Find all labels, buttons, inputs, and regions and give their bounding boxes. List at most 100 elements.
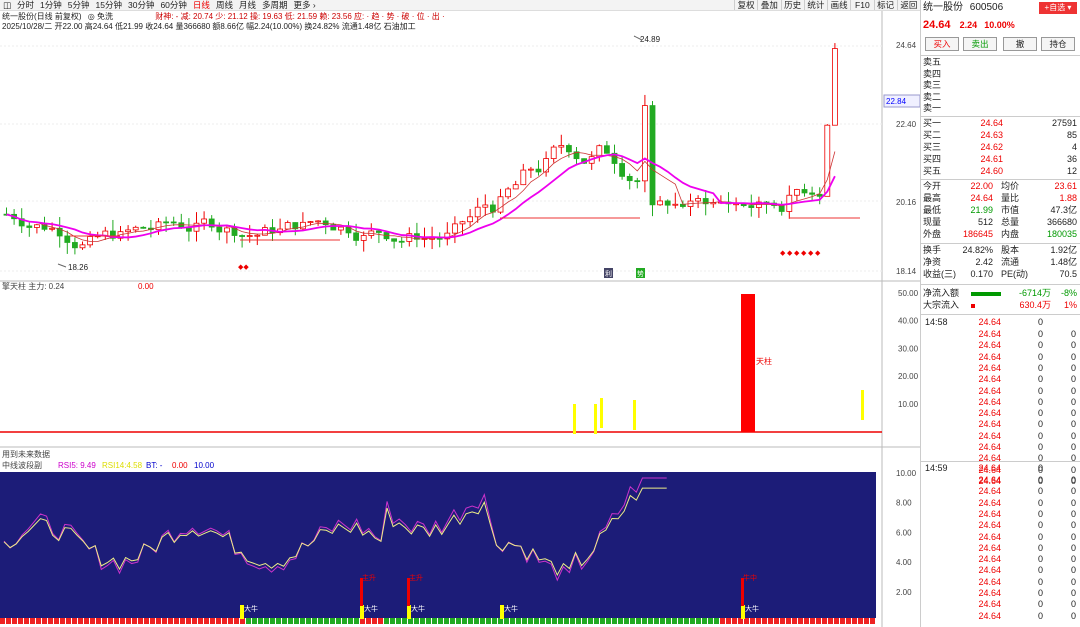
tick-vol: 0 [1038,408,1044,419]
tick-price: 24.64 [978,317,1001,327]
tick-row: 24.64 0 0 [923,577,1078,588]
candle-body [528,168,534,171]
tick-row: 24.64 0 0 [923,363,1078,374]
candle-body [353,232,360,241]
trend-bar [354,618,359,624]
tick-dir: 0 [1071,599,1077,610]
trend-bar [666,618,671,624]
quote-divider [921,179,1080,180]
candle-body [505,188,512,198]
tick-dir: 0 [1071,542,1077,553]
trend-bar [192,618,197,624]
tool-button-5[interactable]: F10 [850,0,873,10]
quote-value: 366680 [1046,217,1077,227]
add-favorite-button[interactable]: +自选 ▾ [1039,2,1077,14]
trend-bar [330,618,335,624]
tick-price: 24.64 [978,329,1001,339]
candle-body [163,221,170,224]
candle-body [695,198,701,202]
bid-row-3: 买三 24.62 4 [923,142,1078,153]
candle-body [140,226,147,229]
candle-body [497,196,504,213]
bid-row-4: 买四 24.61 36 [923,154,1078,165]
add-favorite-label: +自选 [1044,3,1066,12]
candle-body [520,169,527,186]
buy-button[interactable]: 买入 [925,37,959,51]
tick-dir: 0 [1071,576,1077,587]
bull-label: 大牛 [364,604,378,613]
tick-price: 24.64 [978,362,1001,373]
tick-vol: 0 [1038,610,1044,621]
trend-bar [828,618,833,624]
trend-bar [336,618,341,624]
tool-button-6[interactable]: 标记 [873,0,897,10]
trend-bar [288,618,293,624]
bid-label: 买五 [923,166,942,176]
kline-chart[interactable]: 24.6422.4020.1618.1422.8424.8918.26◆ ◆ ◆ ◆ ◆… [0,11,920,627]
trend-bar [798,618,803,624]
signal-label: 主升 [362,573,376,582]
tool-button-1[interactable]: 叠加 [757,0,780,10]
candle-body [832,48,838,126]
period-tab-9[interactable]: 月线 [236,0,259,11]
period-tab-5[interactable]: 30分钟 [125,0,157,11]
trend-bar [120,618,125,624]
quote-value: 23.61 [1054,181,1077,191]
quote-value: 1.48亿 [1050,257,1077,267]
bull-label: 大牛 [411,604,425,613]
rsi14-label: RSI14:4.58 [102,461,143,470]
candle-body [26,225,33,228]
trend-bar [114,618,119,624]
period-tab-7[interactable]: 日线 [190,0,213,11]
period-tab-1[interactable]: 分时 [14,0,37,11]
tick-dir: 0 [1071,442,1077,452]
bid-price: 24.64 [980,118,1003,128]
book-divider [921,116,1080,117]
tool-button-0[interactable]: 复权 [734,0,757,10]
period-tab-6[interactable]: 60分钟 [157,0,189,11]
quote-row-0: 今开 22.00 均价 23.61 [923,181,1078,192]
candle-body [436,237,443,240]
event-marker-label: 利 [605,269,612,278]
tick-dir: 0 [1071,508,1077,519]
period-tab-8[interactable]: 周线 [213,0,236,11]
period-tab-4[interactable]: 15分钟 [93,0,125,11]
trend-bar [132,618,137,624]
period-tab-10[interactable]: 多周期 [259,0,291,11]
stock-name: 统一股份 [923,2,963,13]
quote-value: 180035 [1046,229,1077,239]
trend-bar [444,618,449,624]
candle-body [778,205,785,212]
trend-bar [36,618,41,624]
tool-button-4[interactable]: 画线 [827,0,850,10]
tick-price: 24.64 [978,463,1001,473]
tick-row: 24.64 0 0 [923,520,1078,531]
tick-dir: 0 [1071,329,1077,339]
position-button[interactable]: 持仓 [1041,37,1075,51]
sell-button[interactable]: 卖出 [963,37,997,51]
trend-bar [234,618,239,624]
period-tab-0[interactable]: ◫ [0,0,14,11]
tick-vol: 0 [1038,419,1044,430]
panel2-axis-label: 50.00 [898,289,919,298]
candle-body [451,223,458,234]
tick-row: 24.64 0 0 [923,475,1078,486]
period-tab-2[interactable]: 1分钟 [37,0,65,11]
tick-row: 24.64 0 0 [923,442,1078,453]
tool-button-2[interactable]: 历史 [780,0,804,10]
tool-button-7[interactable]: 返回 [896,0,920,10]
tool-button-3[interactable]: 统计 [803,0,827,10]
trend-bar [456,618,461,624]
signal-dot: ◆ [815,250,821,257]
trend-bar [432,618,437,624]
period-tab-3[interactable]: 5分钟 [65,0,93,11]
trend-bar [168,618,173,624]
bid-label: 买四 [923,154,942,164]
price-change-pct: 10.00% [984,20,1015,30]
quote-label: 净资 [923,257,942,267]
period-tab-11[interactable]: 更多 › [290,0,318,11]
stock-price-line: 24.64 2.24 10.00% [923,20,1078,31]
cancel-button[interactable]: 撤 [1003,37,1037,51]
tick-price: 24.64 [978,497,1001,508]
candle-body [474,206,481,218]
